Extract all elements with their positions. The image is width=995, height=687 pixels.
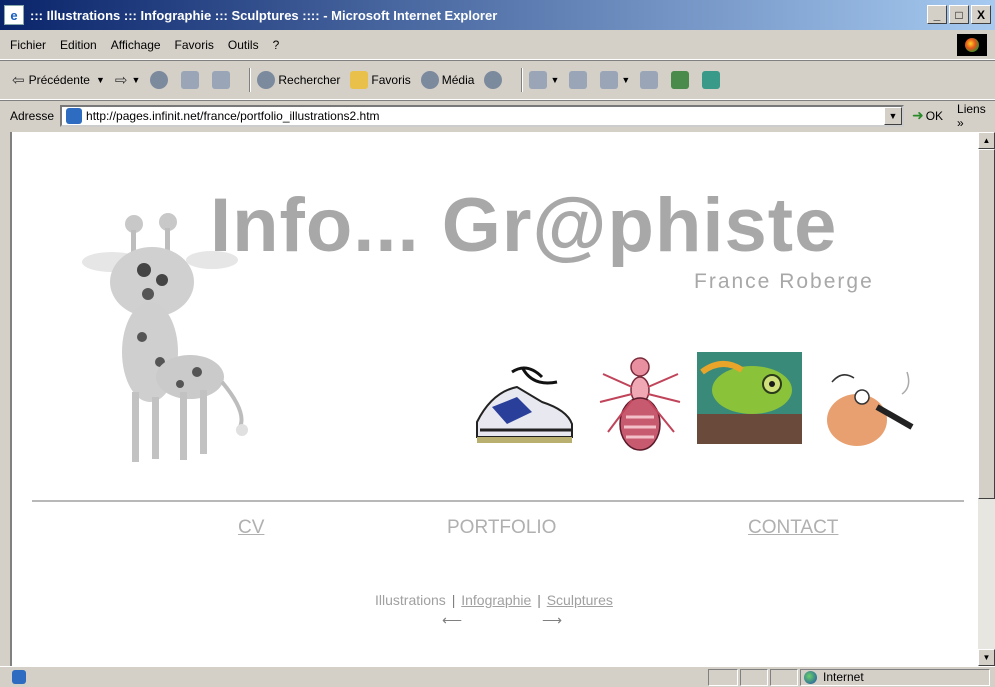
home-icon bbox=[212, 71, 231, 89]
menu-bar: Fichier Edition Affichage Favoris Outils… bbox=[0, 30, 995, 60]
status-bar: Internet bbox=[0, 666, 995, 687]
ant-illustration-thumbnail[interactable] bbox=[588, 352, 693, 457]
address-label: Adresse bbox=[10, 108, 55, 123]
history-button[interactable] bbox=[484, 71, 505, 89]
subnav-infographie-link[interactable]: Infographie bbox=[461, 592, 531, 608]
toolbar-separator bbox=[521, 68, 524, 92]
site-logo-title: Info... Gr@phiste bbox=[210, 183, 838, 268]
status-panel bbox=[770, 669, 798, 686]
search-label: Rechercher bbox=[278, 73, 341, 87]
site-logo-subtitle: France Roberge bbox=[694, 270, 874, 293]
print-icon bbox=[569, 71, 588, 89]
edit-dropdown-icon[interactable]: ▼ bbox=[621, 75, 630, 85]
mail-dropdown-icon[interactable]: ▼ bbox=[550, 75, 559, 85]
search-icon bbox=[257, 71, 276, 89]
research-icon bbox=[702, 71, 721, 89]
go-label: OK bbox=[925, 108, 944, 123]
research-button[interactable] bbox=[702, 71, 723, 89]
scroll-thumb[interactable] bbox=[978, 149, 995, 499]
media-icon bbox=[420, 71, 439, 89]
subnav-separator: | bbox=[537, 592, 541, 608]
content-divider bbox=[32, 500, 964, 502]
favorites-button[interactable]: Favoris bbox=[350, 71, 411, 89]
history-icon bbox=[484, 71, 503, 89]
forward-button[interactable]: ⇨ ▼ bbox=[115, 71, 141, 89]
dog-illustration-thumbnail[interactable] bbox=[812, 352, 917, 457]
maximize-button[interactable]: □ bbox=[949, 5, 969, 24]
subnav-sculptures-link[interactable]: Sculptures bbox=[547, 592, 613, 608]
nav-portfolio: PORTFOLIO bbox=[447, 517, 557, 538]
menu-outils[interactable]: Outils bbox=[228, 38, 259, 52]
discuss-icon bbox=[640, 71, 659, 89]
minimize-button[interactable]: _ bbox=[927, 5, 947, 24]
ie-page-icon: e bbox=[4, 5, 24, 25]
status-panel bbox=[708, 669, 738, 686]
print-button[interactable] bbox=[569, 71, 590, 89]
status-page-icon bbox=[12, 670, 26, 684]
toolbar-separator bbox=[249, 68, 252, 92]
zone-label: Internet bbox=[823, 670, 864, 684]
internet-globe-icon bbox=[804, 670, 817, 684]
search-button[interactable]: Rechercher bbox=[257, 71, 340, 89]
menu-help[interactable]: ? bbox=[273, 38, 280, 52]
menu-fichier[interactable]: Fichier bbox=[10, 38, 46, 52]
menu-edition[interactable]: Edition bbox=[60, 38, 97, 52]
subnav-separator: | bbox=[451, 592, 456, 608]
media-button[interactable]: Média bbox=[420, 71, 475, 89]
page-content: Info... Gr@phiste France Roberge CV PORT… bbox=[10, 132, 978, 666]
back-arrow-icon: ⇦ bbox=[12, 72, 25, 89]
next-arrow-link[interactable]: ⟶ bbox=[542, 612, 562, 629]
nav-contact-link[interactable]: CONTACT bbox=[748, 517, 838, 539]
nav-cv-link[interactable]: CV bbox=[238, 517, 264, 539]
media-label: Média bbox=[441, 73, 475, 87]
go-arrow-icon: ➜ bbox=[911, 107, 924, 123]
window-title: ::: Illustrations ::: Infographie ::: Sc… bbox=[30, 7, 498, 23]
back-dropdown-icon[interactable]: ▼ bbox=[96, 75, 105, 85]
refresh-button[interactable] bbox=[181, 71, 202, 89]
back-label: Précédente bbox=[28, 73, 90, 87]
home-button[interactable] bbox=[212, 71, 233, 89]
address-url: http://pages.infinit.net/france/portfoli… bbox=[86, 108, 380, 123]
chameleon-illustration-thumbnail[interactable] bbox=[697, 352, 802, 457]
scroll-up-button[interactable]: ▲ bbox=[978, 132, 995, 149]
back-button[interactable]: ⇦ Précédente ▼ bbox=[12, 71, 105, 89]
stop-icon bbox=[150, 71, 169, 89]
address-bar: Adresse http://pages.infinit.net/france/… bbox=[0, 100, 995, 130]
address-dropdown-icon[interactable]: ▼ bbox=[883, 106, 902, 125]
security-zone: Internet bbox=[804, 670, 864, 684]
mail-icon bbox=[529, 71, 548, 89]
favorites-icon bbox=[350, 71, 369, 89]
close-button[interactable]: X bbox=[971, 5, 991, 24]
windows-logo-icon bbox=[957, 34, 987, 56]
subnav-illustrations: Illustrations bbox=[375, 592, 446, 608]
refresh-icon bbox=[181, 71, 200, 89]
title-bar: e ::: Illustrations ::: Infographie ::: … bbox=[0, 0, 995, 30]
mail-button[interactable]: ▼ bbox=[529, 71, 559, 89]
stop-button[interactable] bbox=[150, 71, 171, 89]
page-icon bbox=[66, 107, 83, 124]
messenger-icon bbox=[671, 71, 690, 89]
previous-arrow-link[interactable]: ⟵ bbox=[442, 612, 462, 629]
discuss-button[interactable] bbox=[640, 71, 661, 89]
vertical-scrollbar[interactable]: ▲ ▼ bbox=[978, 132, 995, 666]
go-button[interactable]: ➜ OK bbox=[912, 107, 943, 124]
window-controls: _ □ X bbox=[927, 5, 991, 24]
menu-favoris[interactable]: Favoris bbox=[175, 38, 214, 52]
standard-toolbar: ⇦ Précédente ▼ ⇨ ▼ Rechercher Favoris Mé… bbox=[0, 60, 995, 100]
favorites-label: Favoris bbox=[371, 73, 411, 87]
address-input[interactable]: http://pages.infinit.net/france/portfoli… bbox=[60, 104, 904, 127]
edit-button[interactable]: ▼ bbox=[600, 71, 630, 89]
messenger-button[interactable] bbox=[671, 71, 692, 89]
edit-icon bbox=[600, 71, 619, 89]
forward-arrow-icon: ⇨ bbox=[114, 72, 128, 89]
scroll-down-button[interactable]: ▼ bbox=[978, 649, 995, 666]
sneaker-illustration-thumbnail[interactable] bbox=[472, 352, 577, 457]
links-button[interactable]: Liens » bbox=[957, 102, 995, 130]
forward-dropdown-icon[interactable]: ▼ bbox=[131, 75, 140, 85]
portfolio-subnav: Illustrations | Infographie | Sculptures bbox=[375, 592, 613, 608]
status-panel bbox=[740, 669, 768, 686]
menu-affichage[interactable]: Affichage bbox=[111, 38, 161, 52]
